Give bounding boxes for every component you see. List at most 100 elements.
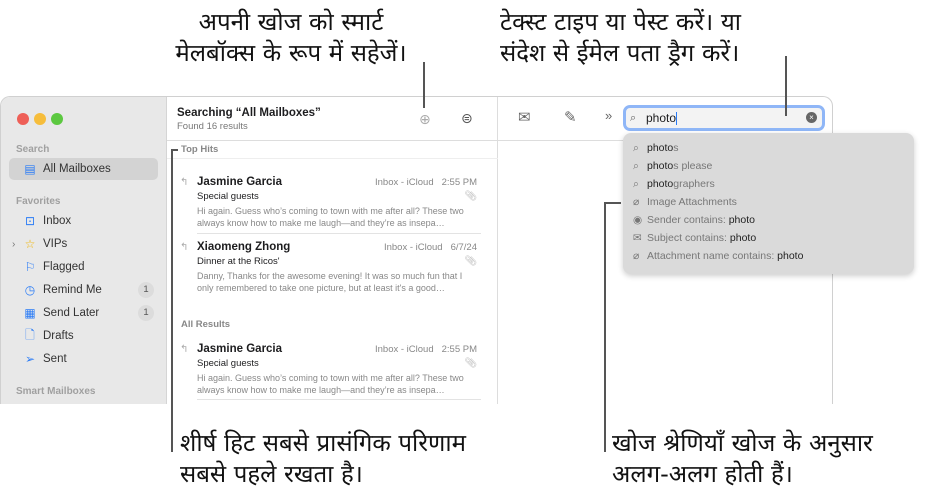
preview: Hi again. Guess who’s coming to town wit… <box>197 373 464 395</box>
match: photo <box>777 250 804 262</box>
search-title: Searching “All Mailboxes” <box>177 107 321 119</box>
search-field[interactable]: ⌕ photo × <box>623 105 825 131</box>
category: Attachment name contains: <box>647 250 778 262</box>
completion: s <box>673 142 679 154</box>
mailbox: Inbox - iCloud <box>374 344 434 355</box>
close-button[interactable] <box>17 113 29 125</box>
reply-icon: ↰ <box>180 177 189 188</box>
document-icon: 🗋 <box>25 327 35 342</box>
message-row[interactable]: ↰ Jasmine Garcia Inbox - iCloud 2:55 PM S… <box>167 176 498 246</box>
sidebar-item-vips[interactable]: › ☆ VIPs <box>9 233 158 255</box>
preview: Hi again. Guess who’s coming to town wit… <box>197 206 464 228</box>
sidebar-item-flagged[interactable]: ⚐ Flagged <box>9 256 158 278</box>
sidebar-section-smart-mailboxes: Smart Mailboxes <box>16 386 96 397</box>
paperclip-icon: ⌀ <box>633 196 640 208</box>
envelope-icon[interactable]: ✉ <box>518 108 531 126</box>
search-suggestions: ⌕ photos ⌕ photos please ⌕ photographers ⌀ I… <box>623 133 914 274</box>
suggestion-item[interactable]: ◉ Sender contains: photo <box>633 214 755 226</box>
match: photo <box>647 160 674 172</box>
message-meta: Inbox - iCloud 6/7/24 <box>384 242 477 253</box>
sidebar-section-favorites: Favorites <box>16 196 61 207</box>
paperclip-icon: ⌀ <box>633 250 640 262</box>
message-meta: Inbox - iCloud 2:55 PM <box>375 177 477 188</box>
sidebar-item-all-mailboxes[interactable]: ▤ All Mailboxes <box>9 158 158 180</box>
search-icon: ⌕ <box>633 142 639 154</box>
callout-type-paste: टेक्स्ट टाइप या पेस्ट करें। या संदेश से … <box>500 7 741 69</box>
callout-line: शीर्ष हिट सबसे प्रासंगिक परिणाम <box>180 429 466 457</box>
leader-line <box>604 202 606 452</box>
chevron-right-icon[interactable]: › <box>12 239 15 250</box>
sidebar-item-inbox[interactable]: ⊡ Inbox <box>9 210 158 232</box>
callout-top-hits: शीर्ष हिट सबसे प्रासंगिक परिणाम सबसे पहल… <box>180 428 466 490</box>
sidebar-item-label: Drafts <box>43 330 74 342</box>
zoom-button[interactable] <box>51 113 63 125</box>
flag-icon: ⚐ <box>24 260 36 274</box>
sidebar-item-drafts[interactable]: 🗋 Drafts <box>9 325 158 347</box>
compose-icon[interactable]: ✎ <box>564 108 577 126</box>
message-list: Searching “All Mailboxes” Found 16 resul… <box>167 97 498 404</box>
reply-icon: ↰ <box>180 344 189 355</box>
sidebar-item-send-later[interactable]: ▦ Send Later 1 <box>9 302 158 324</box>
count-badge: 1 <box>138 305 154 321</box>
preview: Danny, Thanks for the awesome evening! I… <box>197 271 463 293</box>
sidebar-item-remind-me[interactable]: ◷ Remind Me 1 <box>9 279 158 301</box>
sidebar-item-sent[interactable]: ➢ Sent <box>9 348 158 370</box>
suggestion-item[interactable]: ⌕ photos <box>633 142 679 155</box>
paper-plane-icon: ➢ <box>24 352 36 366</box>
category: Subject contains: <box>647 232 730 244</box>
divider <box>197 399 481 400</box>
sidebar-item-label: VIPs <box>43 238 68 250</box>
person-icon: ◉ <box>633 214 643 226</box>
sidebar-item-label: Send Later <box>43 307 100 319</box>
leader-line <box>604 202 621 204</box>
reply-icon: ↰ <box>180 242 189 253</box>
match: photo <box>728 214 755 226</box>
message-row[interactable]: ↰ Jasmine Garcia Inbox - iCloud 2:55 PM S… <box>167 343 498 404</box>
paperclip-icon: 📎︎ <box>464 256 477 267</box>
suggestion-item[interactable]: ✉ Subject contains: photo <box>633 232 756 244</box>
clear-search-icon[interactable]: × <box>806 112 817 123</box>
completion: graphers <box>673 178 715 190</box>
subject: Special guests <box>197 358 259 369</box>
callout-line: खोज श्रेणियाँ खोज के अनुसार <box>612 429 873 457</box>
category: Image Attachments <box>647 196 737 208</box>
envelope-icon: ✉ <box>633 232 642 244</box>
inbox-icon: ⊡ <box>24 214 36 228</box>
sidebar: Search ▤ All Mailboxes Favorites ⊡ Inbox … <box>1 97 167 404</box>
time: 2:55 PM <box>441 177 477 188</box>
callout-save-smart-mailbox: अपनी खोज को स्मार्ट मेलबॉक्स के रूप में … <box>160 7 422 69</box>
count-badge: 1 <box>138 282 154 298</box>
more-toolbar-icon[interactable]: » <box>605 108 612 123</box>
star-icon: ☆ <box>24 237 36 251</box>
match: photo <box>647 142 674 154</box>
calendar-icon: ▦ <box>24 306 36 320</box>
sidebar-section-search: Search <box>16 144 50 155</box>
search-input[interactable]: photo <box>646 111 676 125</box>
filter-icon[interactable]: ⊜ <box>461 110 473 127</box>
leader-line <box>785 56 787 116</box>
suggestion-item[interactable]: ⌕ photographers <box>633 178 715 191</box>
message-meta: Inbox - iCloud 2:55 PM <box>375 344 477 355</box>
callout-line: टेक्स्ट टाइप या पेस्ट करें। या <box>500 8 742 36</box>
add-smart-mailbox-icon[interactable]: ⊕ <box>419 111 431 128</box>
callout-line: मेलबॉक्स के रूप में सहेजें। <box>175 39 407 67</box>
mailbox: Inbox - iCloud <box>374 177 434 188</box>
mailbox: Inbox - iCloud <box>383 242 443 253</box>
minimize-button[interactable] <box>34 113 46 125</box>
suggestion-item[interactable]: ⌀ Image Attachments <box>633 196 737 208</box>
paperclip-icon: 📎︎ <box>464 191 477 202</box>
divider <box>167 140 498 141</box>
search-icon: ⌕ <box>630 112 637 124</box>
message-row[interactable]: ↰ Xiaomeng Zhong Inbox - iCloud 6/7/24 Di… <box>167 241 498 311</box>
search-icon: ⌕ <box>633 160 639 172</box>
suggestion-item[interactable]: ⌀ Attachment name contains: photo <box>633 250 803 262</box>
sender: Xiaomeng Zhong <box>197 241 291 253</box>
leader-line <box>171 149 173 452</box>
callout-line: सबसे पहले रखता है। <box>180 460 363 488</box>
all-results-header: All Results <box>181 319 231 330</box>
sidebar-item-label: Remind Me <box>43 284 102 296</box>
suggestion-item[interactable]: ⌕ photos please <box>633 160 712 173</box>
time: 6/7/24 <box>450 242 477 253</box>
paperclip-icon: 📎︎ <box>464 358 477 369</box>
callout-line: अपनी खोज को स्मार्ट <box>198 8 384 36</box>
